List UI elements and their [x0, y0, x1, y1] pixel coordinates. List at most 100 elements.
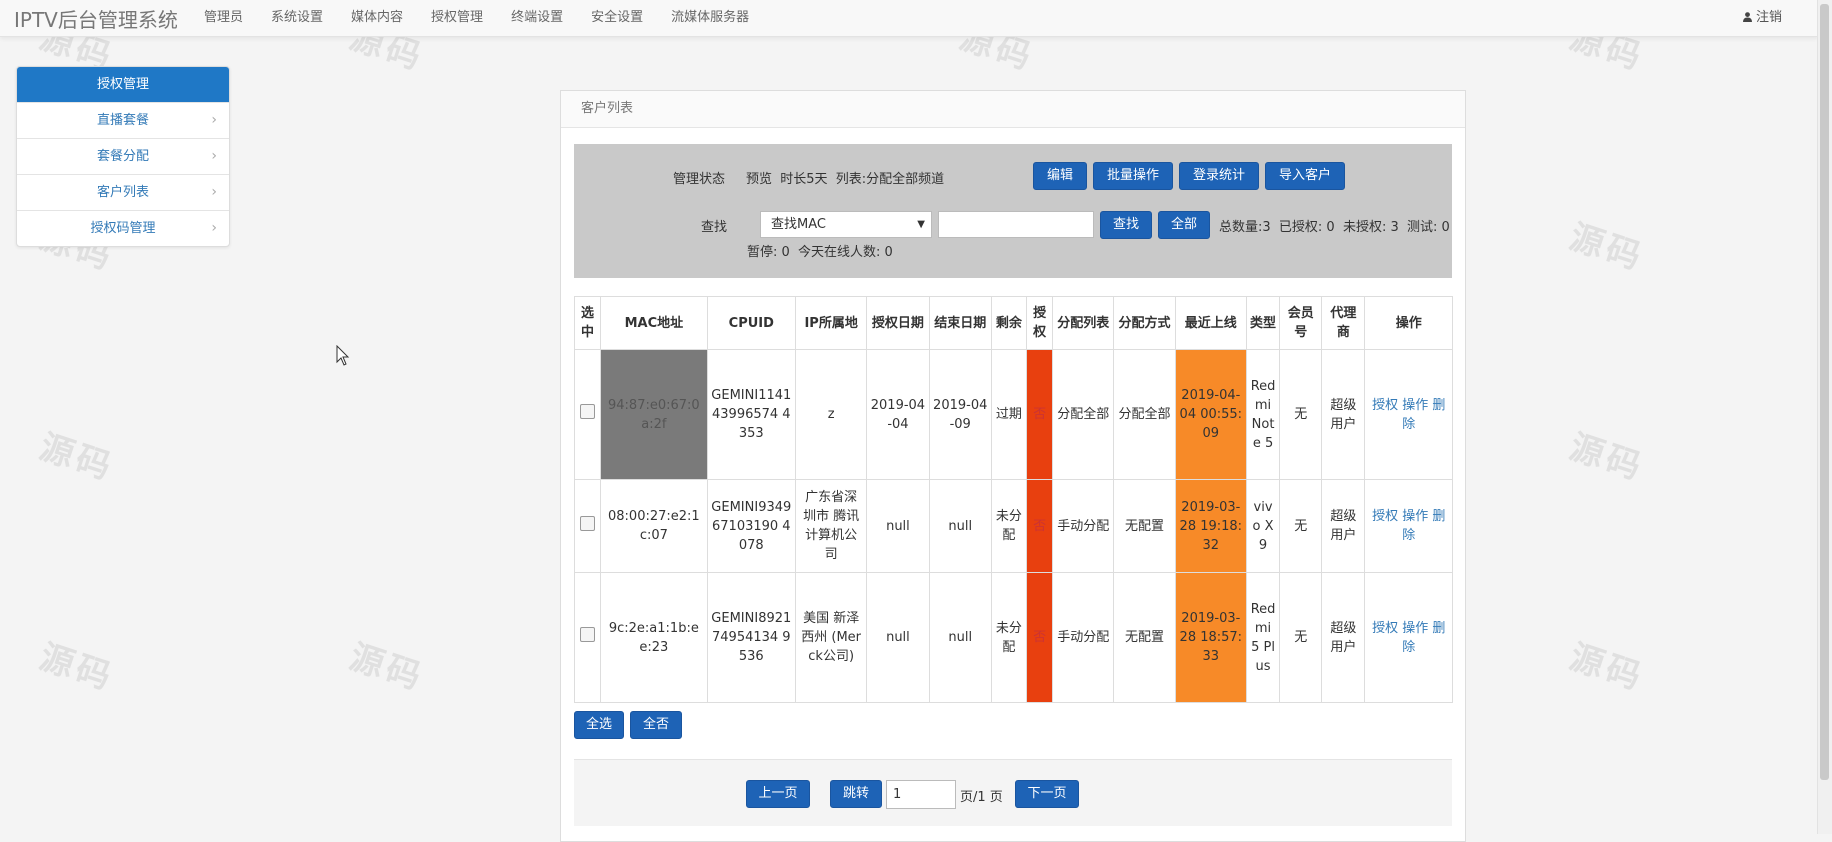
page-total: 页/1 页: [960, 790, 1003, 805]
customer-list-panel: 客户列表 管理状态 预览 时长5天 列表:分配全部频道 编辑 批量操作 登录统计…: [560, 90, 1466, 842]
operate-link[interactable]: 操作: [1402, 398, 1428, 413]
login-stats-button[interactable]: 登录统计: [1179, 162, 1259, 190]
last-online-cell: 2019-03-28 19:18:32: [1174, 479, 1247, 573]
authorize-link[interactable]: 授权: [1372, 621, 1398, 636]
prev-page-button[interactable]: 上一页: [746, 780, 810, 808]
auth-date-cell: null: [866, 572, 930, 703]
remaining-cell: 过期: [990, 349, 1028, 480]
assign-list-cell: 手动分配: [1052, 479, 1115, 573]
nav-item-security-settings[interactable]: 安全设置: [577, 0, 657, 36]
sidebar-item-customer-list[interactable]: 客户列表 ›: [17, 174, 229, 210]
row-select-cell: [573, 349, 602, 480]
sidebar-item-live-packages[interactable]: 直播套餐 ›: [17, 102, 229, 138]
top-navbar: IPTV后台管理系统 管理员 系统设置 媒体内容 授权管理 终端设置 安全设置 …: [0, 0, 1818, 37]
agent-cell: 超级用户: [1321, 349, 1366, 480]
batch-operation-button[interactable]: 批量操作: [1093, 162, 1173, 190]
page-number-input[interactable]: 1: [886, 780, 956, 809]
nav-item-streaming-servers[interactable]: 流媒体服务器: [657, 0, 763, 36]
sidebar-item-label: 客户列表: [96, 185, 149, 200]
assign-list-cell: 分配全部: [1052, 349, 1115, 480]
select-none-button[interactable]: 全否: [630, 711, 682, 739]
column-header: 会员号: [1279, 296, 1323, 350]
nav-item-system-settings[interactable]: 系统设置: [257, 0, 337, 36]
operate-link[interactable]: 操作: [1402, 509, 1428, 524]
column-header: 代理商: [1321, 296, 1366, 350]
sidebar-header[interactable]: 授权管理: [17, 67, 229, 102]
column-header: 剩余: [990, 296, 1028, 350]
edit-button[interactable]: 编辑: [1033, 162, 1087, 190]
row-checkbox[interactable]: [580, 627, 596, 642]
nav-item-license-management[interactable]: 授权管理: [417, 0, 497, 36]
member-id-cell: 无: [1279, 349, 1323, 480]
actions-cell: 授权 操作 删除: [1364, 572, 1453, 703]
search-input[interactable]: [938, 211, 1094, 238]
search-button[interactable]: 查找: [1100, 211, 1152, 239]
logout-link[interactable]: 注销: [1742, 0, 1782, 36]
column-header: 分配列表: [1052, 296, 1115, 350]
search-field-select[interactable]: 查找MAC ▼: [760, 211, 932, 238]
column-header: 授权日期: [866, 296, 930, 350]
main-nav: 管理员 系统设置 媒体内容 授权管理 终端设置 安全设置 流媒体服务器: [190, 0, 763, 36]
end-date-cell: 2019-04-09: [928, 349, 992, 480]
sidebar-item-label: 套餐分配: [96, 149, 149, 164]
nav-item-terminal-settings[interactable]: 终端设置: [497, 0, 577, 36]
end-date-cell: null: [928, 572, 992, 703]
show-all-button[interactable]: 全部: [1158, 211, 1210, 239]
customer-table: 选中 MAC地址 CPUID IP所属地 授权日期 结束日期 剩余 授权 分配列…: [573, 296, 1453, 703]
auth-date-cell: null: [866, 479, 930, 573]
mac-cell: 9c:2e:a1:1b:ee:23: [600, 572, 708, 703]
device-type-cell: Redmi Note 5: [1245, 349, 1281, 480]
pagination: 上一页 跳转 1 页/1 页 下一页: [574, 759, 1452, 826]
column-header: 分配方式: [1113, 296, 1176, 350]
column-header: 操作: [1364, 296, 1453, 350]
jump-button[interactable]: 跳转: [830, 780, 882, 808]
column-header: 授权: [1026, 296, 1054, 350]
end-date-cell: null: [928, 479, 992, 573]
customer-stats: 总数量:3 已授权: 0 未授权: 3 测试: 0: [1219, 220, 1450, 235]
actions-cell: 授权 操作 删除: [1364, 349, 1453, 480]
last-online-cell: 2019-04-04 00:55:09: [1174, 349, 1247, 480]
device-type-cell: vivo X9: [1245, 479, 1281, 573]
device-type-cell: Redmi 5 Plus: [1245, 572, 1281, 703]
caret-down-icon: ▼: [917, 219, 925, 230]
status-text: 预览 时长5天 列表:分配全部频道: [746, 172, 945, 187]
chevron-right-icon: ›: [211, 148, 217, 164]
nav-item-admin[interactable]: 管理员: [190, 0, 257, 36]
authorize-link[interactable]: 授权: [1372, 398, 1398, 413]
member-id-cell: 无: [1279, 479, 1323, 573]
remaining-cell: 未分配: [990, 479, 1028, 573]
scrollbar-thumb[interactable]: [1820, 4, 1829, 780]
operate-link[interactable]: 操作: [1402, 621, 1428, 636]
column-header: 结束日期: [928, 296, 992, 350]
auth-status-cell: 否: [1026, 479, 1054, 573]
user-icon: [1742, 12, 1752, 22]
authorize-link[interactable]: 授权: [1372, 509, 1398, 524]
panel-title: 客户列表: [561, 91, 1465, 128]
import-customers-button[interactable]: 导入客户: [1265, 162, 1345, 190]
column-header: 类型: [1245, 296, 1281, 350]
sidebar-item-label: 直播套餐: [96, 113, 149, 128]
chevron-right-icon: ›: [211, 220, 217, 236]
mac-cell: 08:00:27:e2:1c:07: [600, 479, 708, 573]
app-title[interactable]: IPTV后台管理系统: [14, 4, 178, 33]
row-checkbox[interactable]: [580, 515, 596, 531]
chevron-right-icon: ›: [211, 184, 217, 200]
status-label: 管理状态: [673, 172, 726, 187]
row-checkbox[interactable]: [580, 404, 596, 419]
nav-item-media-content[interactable]: 媒体内容: [337, 0, 417, 36]
cpuid-cell: GEMINI934967103190 4078: [706, 479, 796, 573]
ip-location-cell: 广东省深圳市 腾讯计算机公司: [794, 479, 868, 573]
sidebar: 授权管理 直播套餐 › 套餐分配 › 客户列表 › 授权码管理 ›: [16, 66, 230, 247]
chevron-right-icon: ›: [211, 112, 217, 128]
sidebar-item-license-codes[interactable]: 授权码管理 ›: [17, 210, 229, 246]
column-header: MAC地址: [600, 296, 708, 350]
select-all-button[interactable]: 全选: [574, 711, 624, 739]
column-header: 选中: [573, 296, 602, 350]
page-scrollbar[interactable]: [1817, 0, 1832, 834]
sidebar-item-package-assignment[interactable]: 套餐分配 ›: [17, 138, 229, 174]
assign-list-cell: 手动分配: [1052, 572, 1115, 703]
next-page-button[interactable]: 下一页: [1015, 780, 1079, 808]
auth-status-cell: 否: [1026, 572, 1054, 703]
mac-cell: 94:87:e0:67:0a:2f: [600, 349, 708, 480]
assign-mode-cell: 无配置: [1113, 479, 1176, 573]
